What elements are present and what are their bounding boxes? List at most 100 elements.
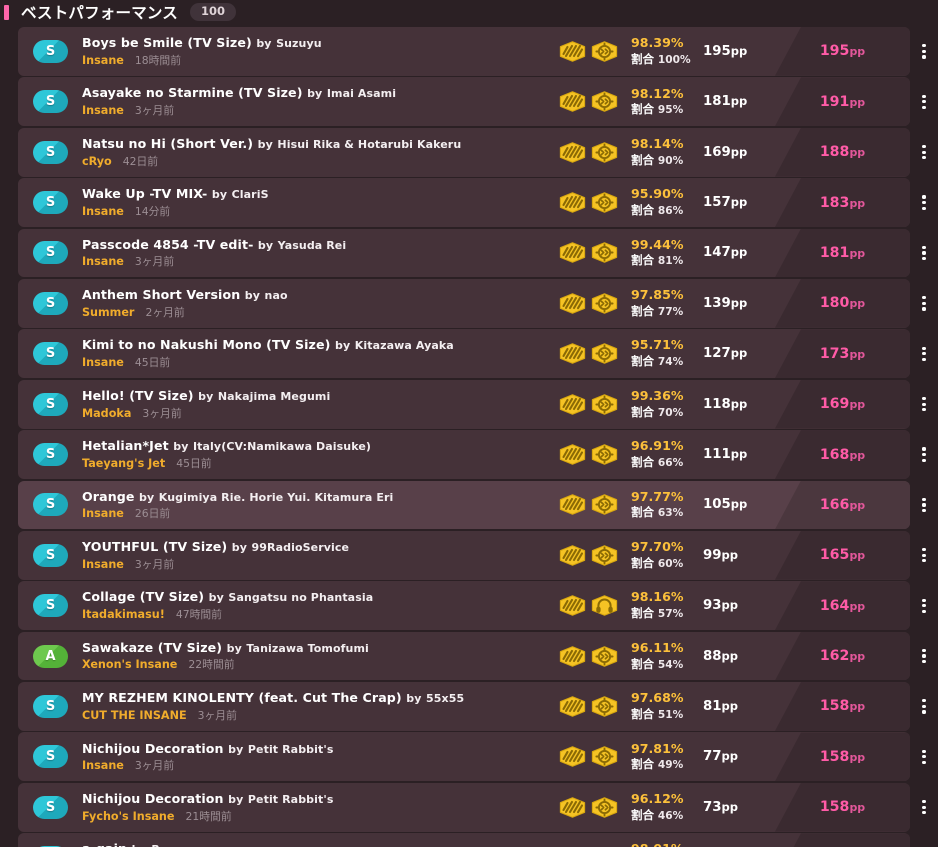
weighted-pp-unit: pp (849, 549, 866, 563)
score-card[interactable]: A Sawakaze (TV Size) by Tanizawa Tomofumi… (18, 631, 910, 681)
by-label: by (406, 692, 422, 706)
score-row[interactable]: S Nichijou Decoration by Petit Rabbit's In… (0, 732, 938, 782)
row-menu-button[interactable] (910, 481, 938, 530)
weighted-pp-value: 158 (819, 799, 850, 816)
score-row[interactable]: S Orange by Kugimiya Rie. Horie Yui. Kita… (0, 480, 938, 530)
score-row[interactable]: S Kimi to no Nakushi Mono (TV Size) by Ki… (0, 329, 938, 379)
beatmap-title[interactable]: YOUTHFUL (TV Size) by 99RadioService (82, 539, 548, 555)
score-card[interactable]: S Orange by Kugimiya Rie. Horie Yui. Kita… (18, 480, 910, 530)
row-menu-button[interactable] (910, 178, 938, 227)
score-card[interactable]: S Passcode 4854 -TV edit- by Yasuda Rei In… (18, 228, 910, 278)
weighted-pp-value: 183 (819, 194, 850, 211)
row-menu-button[interactable] (910, 581, 938, 630)
row-menu-button[interactable] (910, 783, 938, 832)
beatmap-title[interactable]: Asayake no Starmine (TV Size) by Imai As… (82, 85, 548, 101)
beatmap-title[interactable]: Sawakaze (TV Size) by Tanizawa Tomofumi (82, 640, 548, 656)
score-card[interactable]: S Natsu no Hi (Short Ver.) by Hisui Rika … (18, 127, 910, 177)
beatmap-title[interactable]: a-gain by Ray (82, 841, 548, 847)
row-menu-button[interactable] (910, 833, 938, 847)
score-card[interactable]: S Asayake no Starmine (TV Size) by Imai A… (18, 77, 910, 127)
score-card[interactable]: S MY REZHEM KINOLENTY (feat. Cut The Crap… (18, 682, 910, 731)
score-row[interactable]: S Natsu no Hi (Short Ver.) by Hisui Rika … (0, 127, 938, 177)
row-menu-button[interactable] (910, 531, 938, 580)
ratio-row: 割合 77% (631, 304, 703, 320)
beatmap-title[interactable]: Hello! (TV Size) by Nakajima Megumi (82, 388, 548, 404)
score-card[interactable]: S Collage (TV Size) by Sangatsu no Phanta… (18, 581, 910, 631)
row-menu-button[interactable] (910, 732, 938, 781)
score-card[interactable]: S YOUTHFUL (TV Size) by 99RadioService Ins… (18, 530, 910, 580)
row-menu-button[interactable] (910, 380, 938, 429)
by-label: by (257, 238, 274, 252)
score-row[interactable]: S Nichijou Decoration by Petit Rabbit's Fy… (0, 782, 938, 832)
score-row[interactable]: S Hello! (TV Size) by Nakajima Megumi Mado… (0, 379, 938, 429)
row-menu-button[interactable] (910, 279, 938, 328)
row-menu-button[interactable] (910, 128, 938, 177)
score-row[interactable]: Sa-gain by RayInsane21時間前98.01%割合 44%69p… (0, 833, 938, 847)
score-card[interactable]: S Hello! (TV Size) by Nakajima Megumi Mado… (18, 379, 910, 429)
score-timeago: 3ヶ月前 (134, 557, 175, 571)
score-row[interactable]: A Sawakaze (TV Size) by Tanizawa Tomofumi… (0, 631, 938, 681)
beatmap-info: Passcode 4854 -TV edit- by Yasuda Rei Ins… (82, 237, 558, 270)
row-menu-button[interactable] (910, 27, 938, 76)
mod-icon-hd (559, 444, 586, 465)
score-card[interactable]: S Kimi to no Nakushi Mono (TV Size) by Ki… (18, 329, 910, 379)
score-row[interactable]: S Wake Up -TV MIX- by ClariS Insane 14分前 95.… (0, 178, 938, 227)
score-row[interactable]: S YOUTHFUL (TV Size) by 99RadioService Ins… (0, 530, 938, 580)
row-menu-button[interactable] (910, 77, 938, 126)
beatmap-title[interactable]: Boys be Smile (TV Size) by Suzuyu (82, 35, 548, 51)
score-timeago: 3ヶ月前 (134, 759, 175, 773)
row-menu-button[interactable] (910, 430, 938, 479)
weighted-pp-value: 195 (819, 43, 850, 60)
beatmap-title[interactable]: Anthem Short Version by nao (82, 287, 548, 303)
raw-pp: 88pp (703, 649, 775, 664)
rank-badge: S (33, 392, 68, 416)
score-row[interactable]: S Passcode 4854 -TV edit- by Yasuda Rei In… (0, 228, 938, 278)
score-card[interactable]: S Hetalian*Jet by Italy(CV:Namikawa Daisu… (18, 430, 910, 479)
score-row[interactable]: S Asayake no Starmine (TV Size) by Imai A… (0, 77, 938, 127)
beatmap-title[interactable]: Hetalian*Jet by Italy(CV:Namikawa Daisuk… (82, 438, 548, 454)
raw-pp-value: 195 (703, 43, 731, 59)
score-card[interactable]: Sa-gain by RayInsane21時間前98.01%割合 44%69p… (18, 833, 910, 847)
row-menu-button[interactable] (910, 682, 938, 731)
score-row[interactable]: S Collage (TV Size) by Sangatsu no Phanta… (0, 581, 938, 631)
beatmap-title-text: Anthem Short Version (82, 287, 241, 302)
mod-icon-dt (591, 141, 618, 163)
rank-badge: S (33, 594, 68, 618)
beatmap-title[interactable]: Kimi to no Nakushi Mono (TV Size) by Kit… (82, 337, 548, 353)
accuracy-value: 97.70% (631, 539, 684, 555)
score-list: S Boys be Smile (TV Size) by Suzuyu Insane… (0, 27, 938, 847)
score-row[interactable]: S Hetalian*Jet by Italy(CV:Namikawa Daisu… (0, 430, 938, 479)
beatmap-title[interactable]: Wake Up -TV MIX- by ClariS (82, 186, 548, 202)
beatmap-title[interactable]: Passcode 4854 -TV edit- by Yasuda Rei (82, 237, 548, 253)
ratio-value: 86% (657, 205, 684, 218)
difficulty-name: Xenon's Insane (82, 658, 178, 672)
score-row[interactable]: S Anthem Short Version by nao Summer 2ヶ月前 97… (0, 278, 938, 328)
mod-icon-hd (559, 141, 586, 163)
difficulty-name: Insane (82, 356, 124, 370)
beatmap-artist: Petit Rabbit's (247, 742, 334, 756)
score-card[interactable]: S Anthem Short Version by nao Summer 2ヶ月前 97… (18, 278, 910, 328)
score-row[interactable]: S Boys be Smile (TV Size) by Suzuyu Insane… (0, 27, 938, 76)
beatmap-title[interactable]: Collage (TV Size) by Sangatsu no Phantas… (82, 589, 548, 605)
ratio-label: 割合 (631, 706, 654, 721)
score-row[interactable]: S MY REZHEM KINOLENTY (feat. Cut The Crap… (0, 682, 938, 731)
score-card[interactable]: S Nichijou Decoration by Petit Rabbit's Fy… (18, 782, 910, 832)
score-card[interactable]: S Nichijou Decoration by Petit Rabbit's In… (18, 732, 910, 782)
score-card[interactable]: S Wake Up -TV MIX- by ClariS Insane 14分前 95.… (18, 178, 910, 227)
ratio-label: 割合 (631, 253, 654, 268)
beatmap-title[interactable]: Natsu no Hi (Short Ver.) by Hisui Rika &… (82, 136, 548, 152)
beatmap-title[interactable]: Nichijou Decoration by Petit Rabbit's (82, 791, 548, 807)
row-menu-button[interactable] (910, 632, 938, 681)
ratio-row: 割合 63% (631, 505, 703, 521)
row-menu-button[interactable] (910, 329, 938, 378)
beatmap-title[interactable]: Orange by Kugimiya Rie. Horie Yui. Kitam… (82, 489, 548, 505)
beatmap-title[interactable]: MY REZHEM KINOLENTY (feat. Cut The Crap)… (82, 690, 548, 706)
row-menu-button[interactable] (910, 229, 938, 278)
ratio-value: 63% (657, 507, 684, 520)
by-label: by (226, 641, 242, 655)
score-card[interactable]: S Boys be Smile (TV Size) by Suzuyu Insane… (18, 27, 910, 76)
by-label: by (307, 87, 323, 101)
raw-pp-value: 169 (703, 144, 731, 160)
beatmap-title[interactable]: Nichijou Decoration by Petit Rabbit's (82, 741, 548, 757)
weighted-pp-value: 173 (819, 345, 850, 362)
